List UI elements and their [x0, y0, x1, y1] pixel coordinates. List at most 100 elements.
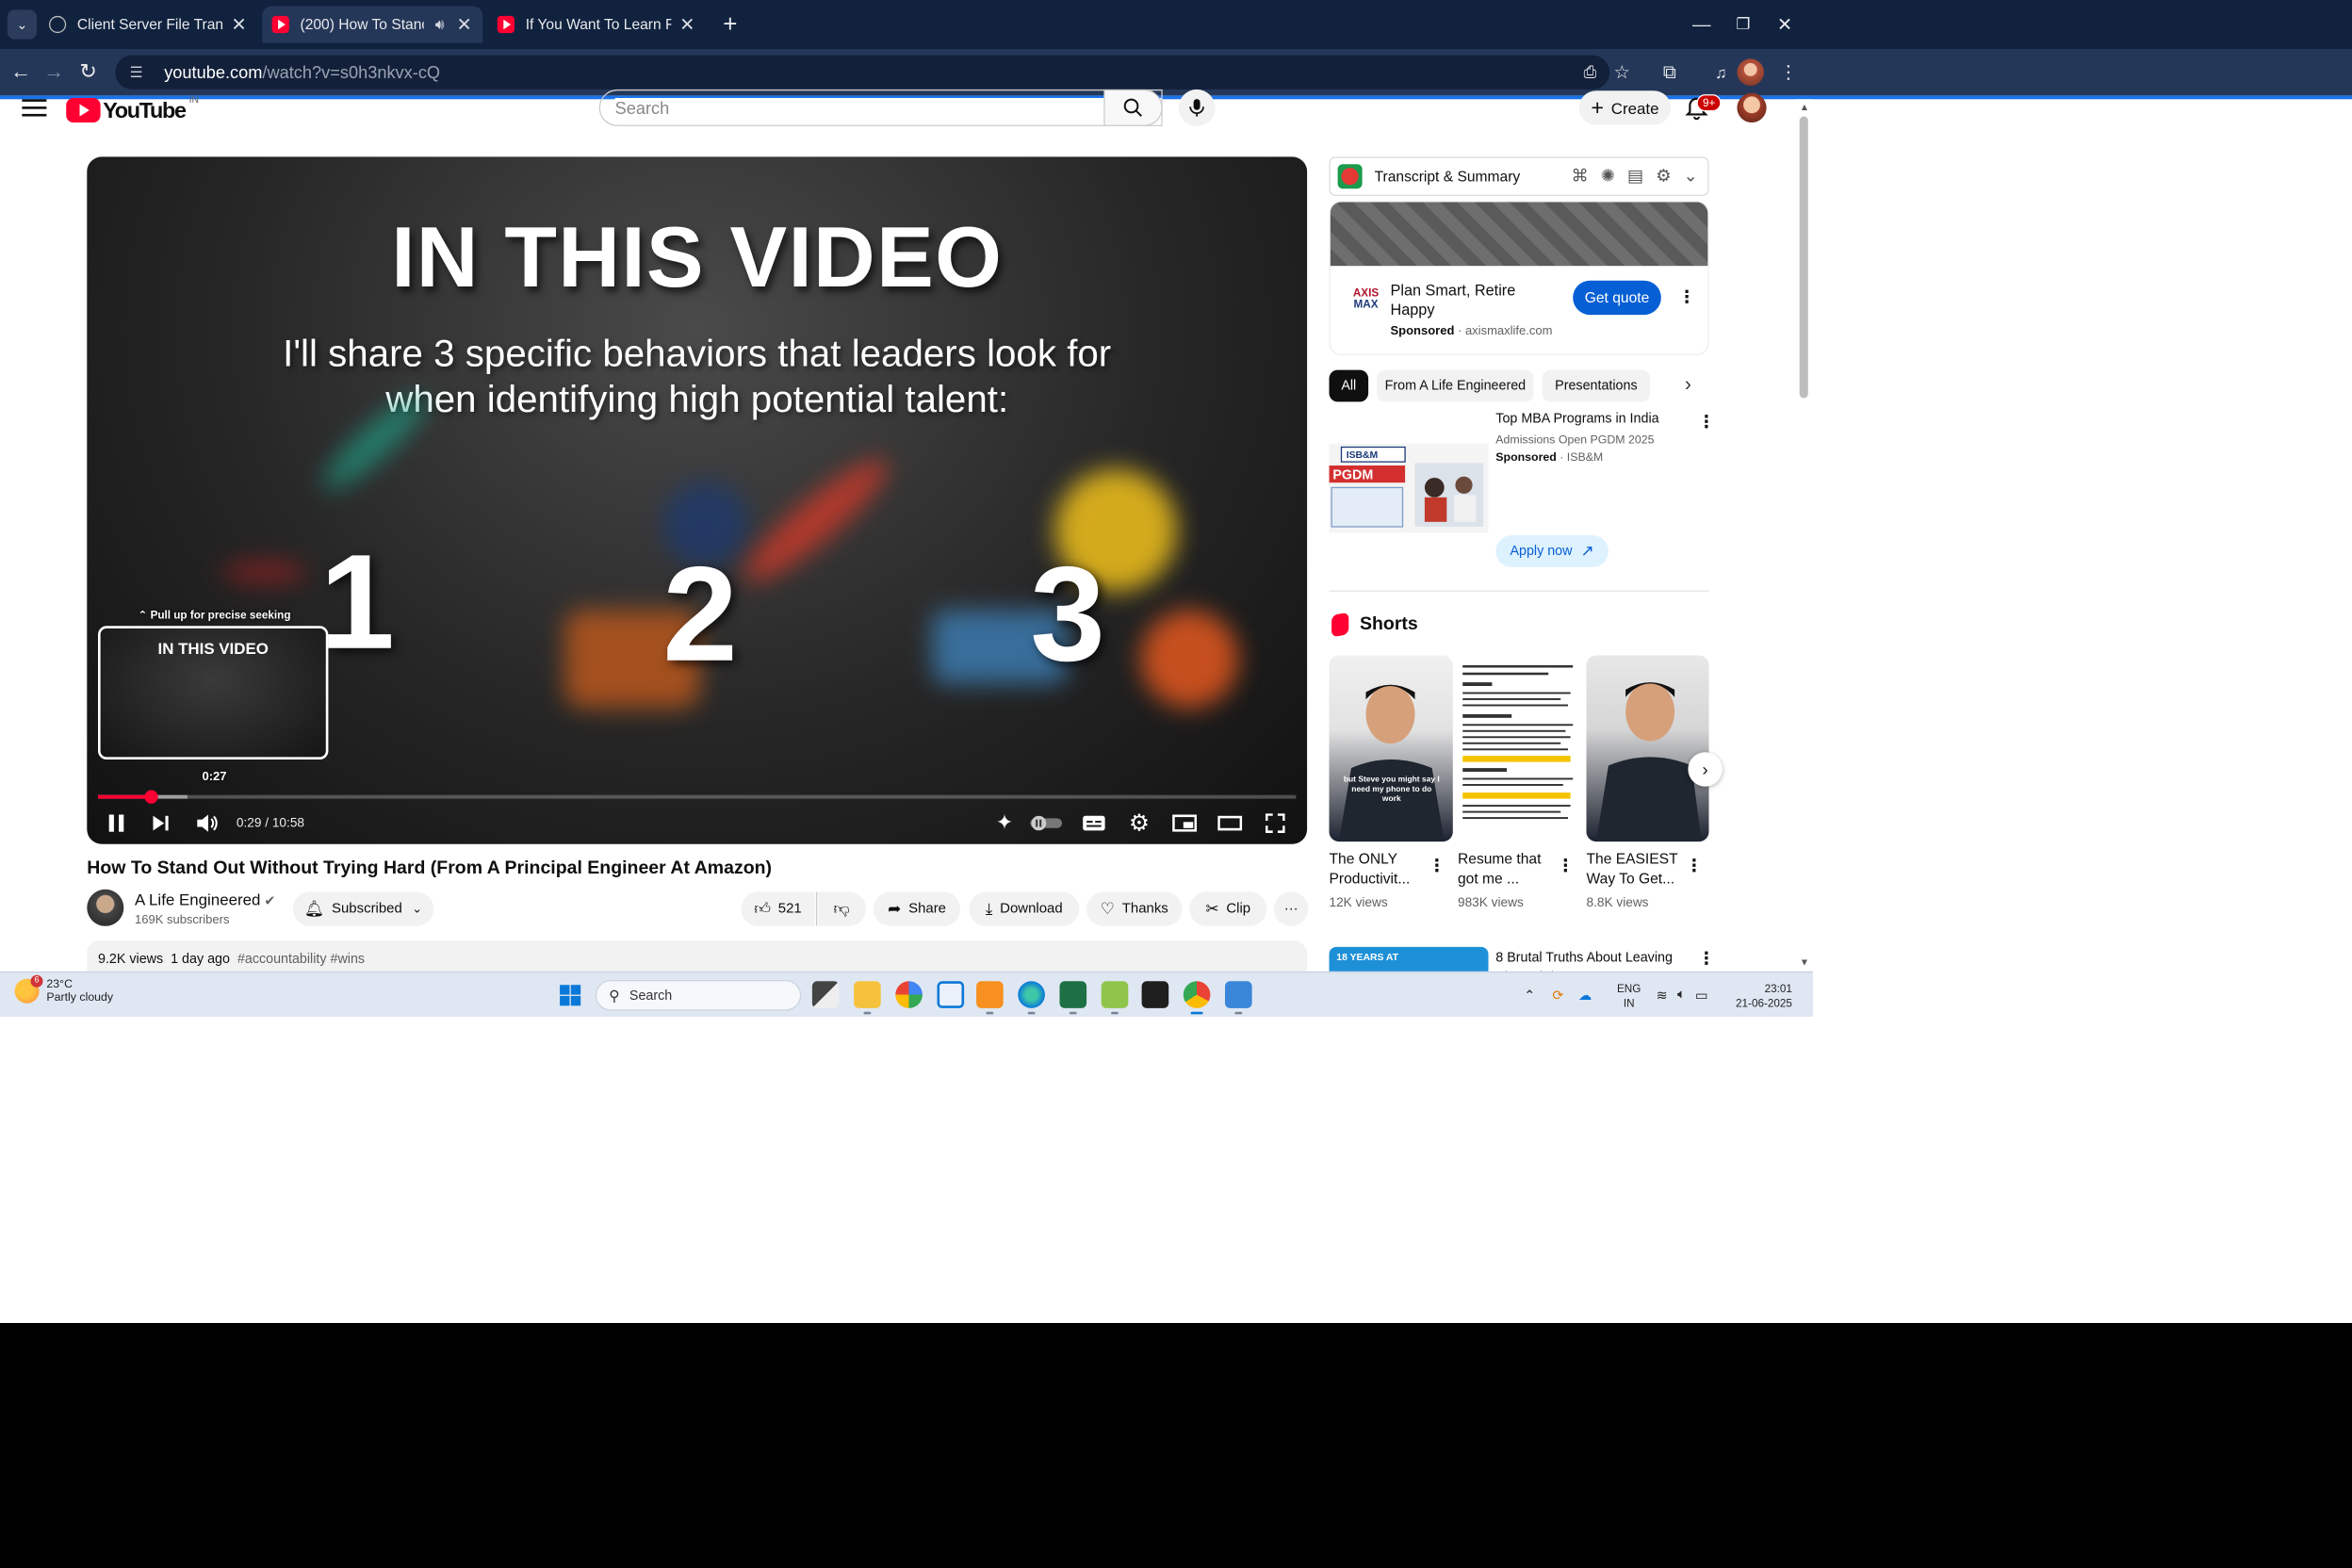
excel-icon[interactable]	[1059, 981, 1087, 1015]
transcript-summary-extension[interactable]: Transcript & Summary ⌘ ✺ ▤ ⚙ ⌄	[1329, 156, 1709, 196]
more-actions-button[interactable]: ···	[1274, 891, 1309, 926]
next-video-menu-icon[interactable]: ⋮	[1698, 948, 1715, 969]
like-button[interactable]: 👍︎ 521	[741, 891, 815, 926]
quick-settings[interactable]: ≋ 🔈︎ ▭	[1657, 972, 1708, 1018]
scroll-up-icon[interactable]: ▲	[1800, 102, 1809, 113]
onedrive-cloud-icon[interactable]: ☁	[1578, 988, 1592, 1004]
short-title[interactable]: The ONLY Productivit...	[1330, 849, 1435, 889]
chip-from-channel[interactable]: From A Life Engineered	[1377, 369, 1534, 402]
subscribed-button[interactable]: 🔔︎ Subscribed ⌄	[292, 891, 434, 926]
clip-button[interactable]: ✂ Clip	[1189, 891, 1267, 926]
next-video-title[interactable]: 8 Brutal Truths About Leaving Big Tech i…	[1495, 948, 1679, 972]
video-player[interactable]: IN THIS VIDEO I'll share 3 specific beha…	[87, 156, 1308, 844]
next-video-button[interactable]	[146, 808, 175, 838]
search-button[interactable]	[1103, 89, 1163, 126]
photos-app-icon[interactable]	[1225, 981, 1252, 1015]
captions-button[interactable]	[1079, 808, 1108, 838]
promo-title[interactable]: Top MBA Programs in India	[1495, 412, 1658, 427]
channel-avatar[interactable]	[87, 889, 124, 926]
weather-widget[interactable]: 6 23°C Partly cloudy	[14, 974, 114, 1004]
profile-avatar[interactable]	[1737, 58, 1764, 86]
file-explorer-icon[interactable]	[854, 981, 881, 1015]
reload-button[interactable]: ↻	[71, 55, 105, 89]
media-controls-icon[interactable]: ♫	[1704, 55, 1738, 89]
chip-presentations[interactable]: Presentations	[1542, 369, 1651, 402]
windows-start-icon[interactable]	[560, 985, 581, 1006]
short-title[interactable]: Resume that got me ...	[1458, 849, 1563, 889]
get-quote-button[interactable]: Get quote	[1573, 280, 1661, 316]
close-window-button[interactable]: ✕	[1756, 0, 1813, 49]
short-thumbnail[interactable]: but Steve you might say I need my phone …	[1329, 655, 1453, 842]
taskbar-clock[interactable]: 23:01 21-06-2025	[1731, 981, 1792, 1010]
tab-client-server[interactable]: Client Server File Transfer ✕	[40, 7, 257, 43]
hashtags[interactable]: #accountability #wins	[237, 952, 365, 967]
account-avatar[interactable]	[1737, 92, 1767, 122]
tab-search-button[interactable]: ⌄	[7, 9, 38, 40]
search-input[interactable]	[614, 98, 1162, 118]
close-tab-icon[interactable]: ✕	[456, 13, 473, 36]
speaker-icon[interactable]: 🔊︎	[432, 15, 449, 34]
short-title[interactable]: The EASIEST Way To Get...	[1586, 849, 1691, 889]
youtube-logo[interactable]: YouTube IN	[66, 94, 199, 122]
short-menu-icon[interactable]: ⋮	[1686, 855, 1703, 875]
orange-app-icon[interactable]	[976, 981, 1004, 1015]
tab-youtube-active[interactable]: (200) How To Stand Out Wi 🔊︎ ✕	[262, 6, 483, 43]
chart-app-icon[interactable]	[1101, 981, 1129, 1015]
close-tab-icon[interactable]: ✕	[678, 13, 695, 36]
install-app-icon[interactable]: ⎙	[1573, 55, 1607, 89]
progress-bar[interactable]	[98, 790, 1297, 804]
shorts-next-button[interactable]: ›	[1688, 752, 1723, 787]
document-icon[interactable]: ▤	[1627, 166, 1643, 187]
chip-all[interactable]: All	[1329, 369, 1369, 402]
openai-icon[interactable]: ✺	[1601, 166, 1615, 187]
ad-menu-icon[interactable]: ⋮	[1678, 286, 1695, 307]
short-menu-icon[interactable]: ⋮	[1557, 855, 1574, 875]
next-video-thumbnail[interactable]: 18 YEARS AT	[1329, 946, 1489, 972]
short-menu-icon[interactable]: ⋮	[1429, 855, 1446, 875]
address-bar[interactable]: ☰ youtube.com/watch?v=s0h3nkvx-cQ	[115, 55, 1610, 90]
miniplayer-button[interactable]	[1170, 808, 1200, 838]
hamburger-menu-icon[interactable]	[22, 95, 47, 120]
voice-search-button[interactable]	[1178, 89, 1216, 126]
create-button[interactable]: + Create	[1578, 90, 1672, 125]
chevron-down-icon[interactable]: ⌄	[1684, 166, 1698, 187]
terminal-icon[interactable]	[1141, 981, 1169, 1008]
bookmark-star-icon[interactable]: ☆	[1605, 55, 1639, 89]
short-thumbnail[interactable]	[1586, 655, 1709, 842]
pause-button[interactable]	[102, 808, 131, 838]
sync-icon[interactable]: ⟳	[1552, 988, 1563, 1004]
back-button[interactable]: ←	[4, 55, 38, 89]
task-view-icon[interactable]	[811, 981, 840, 1008]
forward-button[interactable]: →	[37, 55, 71, 89]
thanks-button[interactable]: ♡ Thanks	[1086, 891, 1183, 926]
promo-thumbnail[interactable]: ISB&M PGDM	[1329, 443, 1489, 533]
ai-sparkle-button[interactable]: ✦	[989, 808, 1019, 838]
scrollbar-thumb[interactable]	[1799, 116, 1808, 399]
apply-now-button[interactable]: Apply now ↗	[1495, 535, 1609, 567]
autoplay-toggle[interactable]	[1028, 808, 1065, 838]
edge-browser-icon[interactable]	[1018, 981, 1045, 1015]
volume-button[interactable]	[192, 808, 221, 838]
new-tab-button[interactable]: +	[713, 8, 747, 41]
settings-button[interactable]: ⚙	[1124, 808, 1153, 838]
copilot-icon[interactable]	[895, 981, 923, 1008]
extensions-icon[interactable]: ⧉	[1653, 55, 1687, 89]
tab-learn-faster[interactable]: If You Want To Learn Faster Tha ✕	[487, 7, 705, 43]
promo-menu-icon[interactable]: ⋮	[1698, 412, 1715, 433]
short-thumbnail[interactable]	[1458, 655, 1582, 842]
window-app-icon[interactable]	[937, 981, 965, 1008]
taskbar-search[interactable]: ⚲ Search	[595, 980, 802, 1011]
fullscreen-button[interactable]	[1261, 808, 1290, 838]
chrome-icon[interactable]	[1183, 981, 1211, 1015]
share-button[interactable]: ➦ Share	[873, 891, 961, 926]
theater-mode-button[interactable]	[1216, 808, 1245, 838]
chevron-right-icon[interactable]: ›	[1675, 370, 1700, 402]
gear-icon[interactable]: ⚙	[1656, 166, 1671, 187]
sponsored-ad-card[interactable]: AXIS MAX Plan Smart, Retire Happy Sponsor…	[1329, 201, 1709, 355]
browser-menu-icon[interactable]: ⋮	[1772, 55, 1805, 89]
channel-name-link[interactable]: A Life Engineered ✔	[135, 890, 275, 909]
scroll-down-icon[interactable]: ▼	[1800, 956, 1809, 968]
chevron-up-icon[interactable]: ⌃	[1524, 988, 1535, 1004]
dislike-button[interactable]: 👎︎	[815, 891, 867, 926]
site-settings-icon[interactable]: ☰	[130, 64, 147, 81]
